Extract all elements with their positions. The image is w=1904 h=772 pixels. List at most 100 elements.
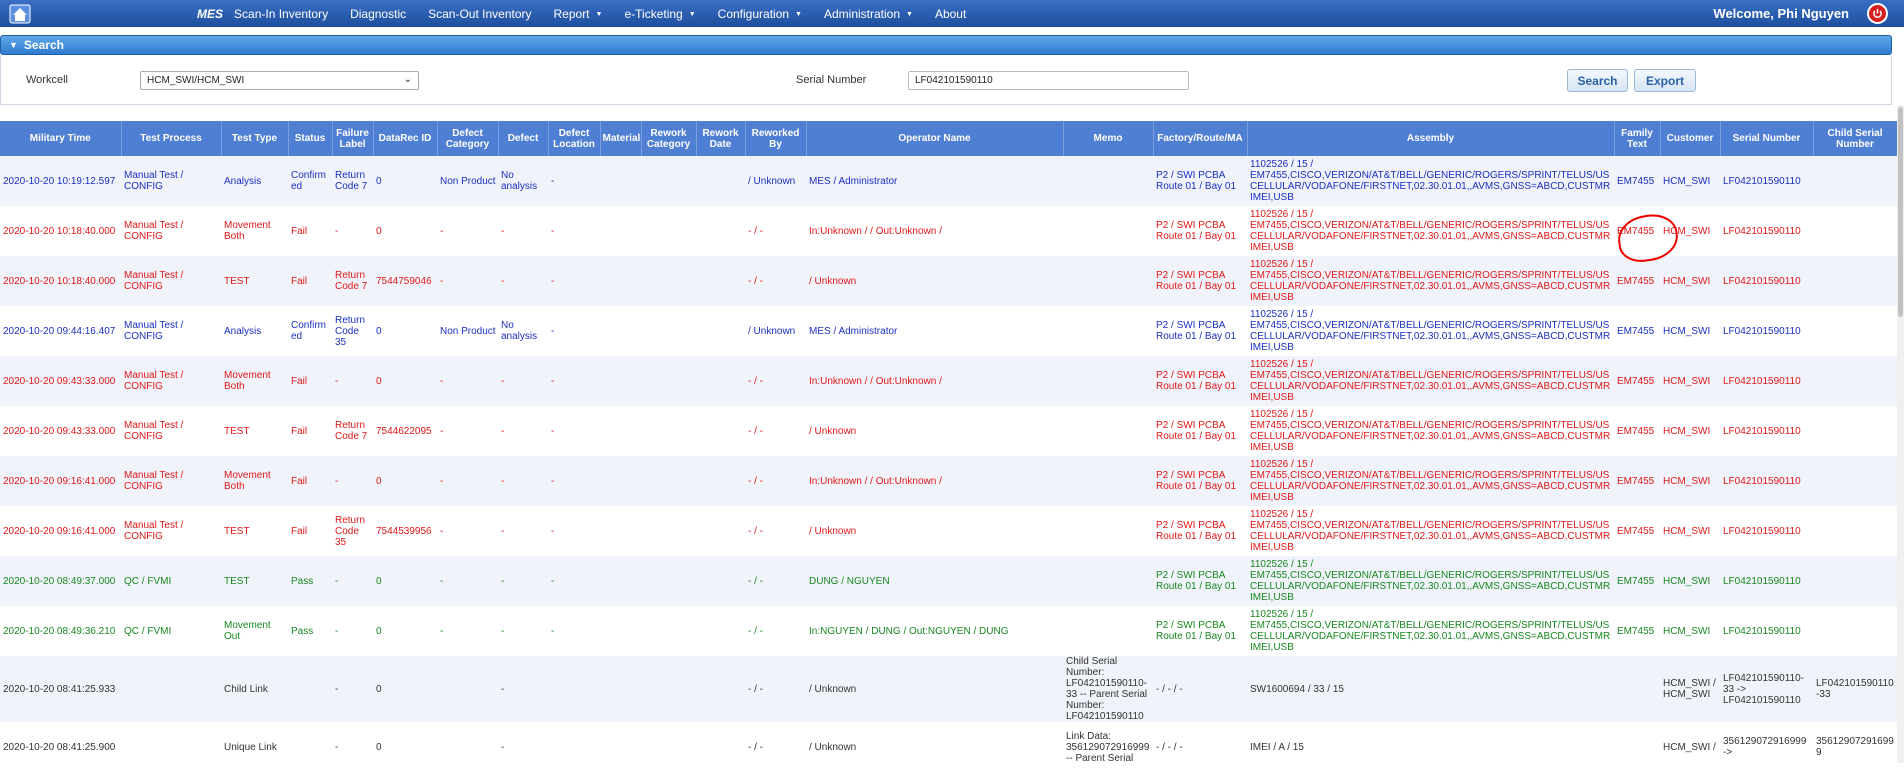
workcell-select[interactable]: HCM_SWI/HCM_SWI ⌄ (140, 71, 419, 90)
column-header-child-serial-number[interactable]: Child Serial Number (1813, 121, 1898, 156)
search-button[interactable]: Search (1567, 69, 1628, 92)
cell-assembly: 1102526 / 15 / EM7455,CISCO,VERIZON/AT&T… (1247, 156, 1614, 206)
workcell-value: HCM_SWI/HCM_SWI (147, 75, 245, 86)
export-button[interactable]: Export (1634, 69, 1696, 92)
cell-factory-route-ma: - / - / - (1153, 722, 1247, 772)
cell-defect-category: - (437, 606, 498, 656)
cell-material (600, 406, 641, 456)
table-row[interactable]: 2020-10-20 08:49:37.000 QC / FVMI TEST Pass… (0, 556, 1897, 606)
cell-reworked-by: - / - (745, 206, 806, 256)
cell-child-serial-number (1813, 606, 1897, 656)
menu-item-administration[interactable]: Administration ▼ (813, 7, 924, 21)
column-header-assembly[interactable]: Assembly (1247, 121, 1615, 156)
cell-rework-date (696, 556, 745, 606)
menu-item-e-ticketing[interactable]: e-Ticketing ▼ (613, 7, 706, 21)
table-row[interactable]: 2020-10-20 08:49:36.210 QC / FVMI Movement… (0, 606, 1897, 656)
table-row[interactable]: 2020-10-20 09:16:41.000 Manual Test / CON… (0, 456, 1897, 506)
cell-customer: HCM_SWI (1660, 156, 1720, 206)
cell-child-serial-number (1813, 306, 1897, 356)
cell-datarec-id: 0 (373, 656, 437, 722)
dropdown-caret-icon: ▼ (688, 10, 696, 18)
column-header-failure-label[interactable]: Failure Label (332, 121, 374, 156)
column-header-datarec-id[interactable]: DataRec ID (373, 121, 438, 156)
home-button[interactable] (0, 0, 40, 27)
cell-reworked-by: - / - (745, 256, 806, 306)
table-row[interactable]: 2020-10-20 08:41:25.900 Unique Link -0- - /… (0, 722, 1897, 772)
table-row[interactable]: 2020-10-20 08:41:25.933 Child Link -0- - / … (0, 656, 1897, 722)
cell-rework-category (641, 356, 696, 406)
column-header-family-text[interactable]: Family Text (1614, 121, 1661, 156)
column-header-rework-category[interactable]: Rework Category (641, 121, 697, 156)
cell-status (288, 722, 332, 772)
cell-failure-label: - (332, 456, 373, 506)
column-header-customer[interactable]: Customer (1660, 121, 1721, 156)
column-header-status[interactable]: Status (288, 121, 333, 156)
column-header-defect[interactable]: Defect (498, 121, 549, 156)
table-row[interactable]: 2020-10-20 09:16:41.000 Manual Test / CON… (0, 506, 1897, 556)
search-section-header[interactable]: ▼ Search (0, 35, 1892, 55)
cell-factory-route-ma: P2 / SWI PCBA Route 01 / Bay 01 (1153, 556, 1247, 606)
cell-defect: - (498, 406, 548, 456)
cell-test-type: Movement Both (221, 206, 288, 256)
cell-family-text: EM7455 (1614, 356, 1660, 406)
menu-item-scan-in-inventory[interactable]: Scan-In Inventory (223, 7, 339, 21)
column-header-test-process[interactable]: Test Process (121, 121, 222, 156)
cell-rework-date (696, 306, 745, 356)
cell-datarec-id: 0 (373, 722, 437, 772)
table-row[interactable]: 2020-10-20 10:19:12.597 Manual Test / CON… (0, 156, 1897, 206)
cell-datarec-id: 7544622095 (373, 406, 437, 456)
scrollbar-thumb[interactable] (1898, 107, 1903, 317)
menu-item-scan-out-inventory[interactable]: Scan-Out Inventory (417, 7, 542, 21)
column-header-memo[interactable]: Memo (1063, 121, 1154, 156)
menu-item-diagnostic[interactable]: Diagnostic (339, 7, 417, 21)
logout-button[interactable] (1867, 3, 1888, 24)
cell-rework-date (696, 656, 745, 722)
table-row[interactable]: 2020-10-20 10:18:40.000 Manual Test / CON… (0, 256, 1897, 306)
menu-item-about[interactable]: About (924, 7, 977, 21)
cell-rework-category (641, 256, 696, 306)
serial-number-input[interactable]: LF042101590110 (908, 71, 1189, 90)
cell-assembly: IMEI / A / 15 (1247, 722, 1614, 772)
cell-factory-route-ma: - / - / - (1153, 656, 1247, 722)
cell-memo (1063, 356, 1153, 406)
column-header-material[interactable]: Material (600, 121, 642, 156)
cell-customer: HCM_SWI (1660, 506, 1720, 556)
cell-defect-category: - (437, 556, 498, 606)
cell-test-type: Movement Out (221, 606, 288, 656)
cell-reworked-by: - / - (745, 656, 806, 722)
cell-factory-route-ma: P2 / SWI PCBA Route 01 / Bay 01 (1153, 506, 1247, 556)
cell-military-time: 2020-10-20 08:41:25.900 (0, 722, 121, 772)
column-header-rework-date[interactable]: Rework Date (696, 121, 746, 156)
cell-status: Pass (288, 556, 332, 606)
column-header-factory-route-ma[interactable]: Factory/Route/MA (1153, 121, 1248, 156)
column-header-military-time[interactable]: Military Time (0, 121, 122, 156)
column-header-defect-location[interactable]: Defect Location (548, 121, 601, 156)
cell-memo (1063, 506, 1153, 556)
dropdown-caret-icon: ▼ (795, 10, 802, 18)
cell-datarec-id: 0 (373, 306, 437, 356)
menu-item-report[interactable]: Report ▼ (543, 7, 614, 21)
column-header-test-type[interactable]: Test Type (221, 121, 289, 156)
column-header-reworked-by[interactable]: Reworked By (745, 121, 807, 156)
cell-military-time: 2020-10-20 09:43:33.000 (0, 406, 121, 456)
table-row[interactable]: 2020-10-20 09:43:33.000 Manual Test / CON… (0, 356, 1897, 406)
menu-item-configuration[interactable]: Configuration ▼ (707, 7, 813, 21)
table-row[interactable]: 2020-10-20 09:43:33.000 Manual Test / CON… (0, 406, 1897, 456)
cell-child-serial-number (1813, 356, 1897, 406)
column-header-serial-number[interactable]: Serial Number (1720, 121, 1814, 156)
cell-test-type: TEST (221, 256, 288, 306)
cell-serial-number: LF042101590110 (1720, 606, 1813, 656)
cell-customer: HCM_SWI (1660, 556, 1720, 606)
menu-item-label: Diagnostic (350, 6, 407, 21)
column-header-operator-name[interactable]: Operator Name (806, 121, 1064, 156)
cell-datarec-id: 0 (373, 356, 437, 406)
table-row[interactable]: 2020-10-20 09:44:16.407 Manual Test / CON… (0, 306, 1897, 356)
cell-defect-location: - (548, 256, 600, 306)
cell-customer: HCM_SWI (1660, 306, 1720, 356)
vertical-scrollbar[interactable] (1897, 105, 1904, 763)
column-header-defect-category[interactable]: Defect Category (437, 121, 499, 156)
cell-factory-route-ma: P2 / SWI PCBA Route 01 / Bay 01 (1153, 606, 1247, 656)
cell-operator-name: / Unknown (806, 656, 1063, 722)
search-section-title: Search (23, 38, 64, 52)
table-row[interactable]: 2020-10-20 10:18:40.000 Manual Test / CON… (0, 206, 1897, 256)
